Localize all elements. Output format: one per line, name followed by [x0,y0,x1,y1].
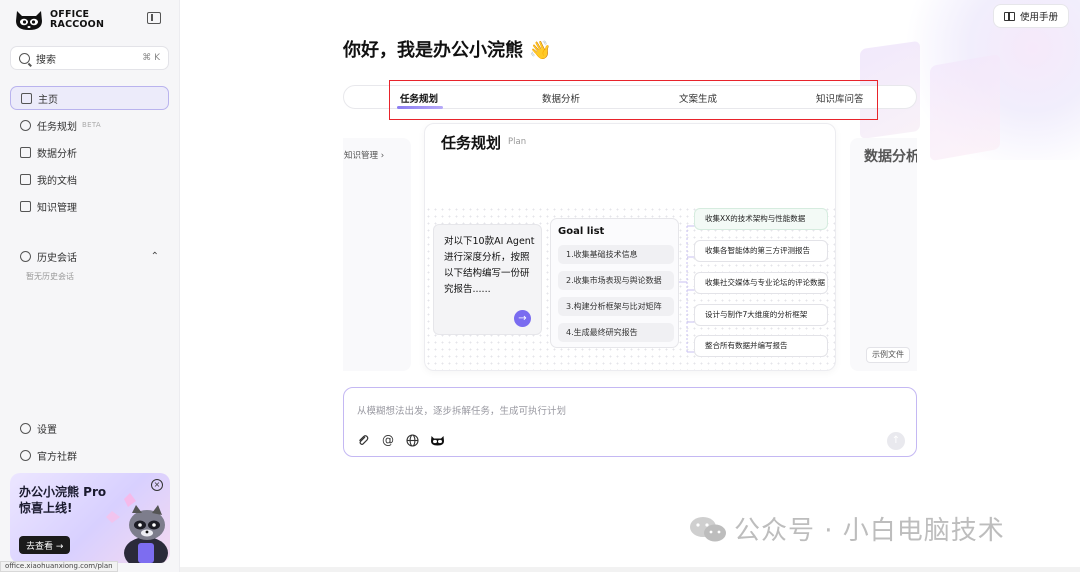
sidebar-item-task-planning[interactable]: 任务规划 BETA [10,113,169,137]
sidebar-item-community[interactable]: 官方社群 [10,443,169,467]
carousel-card-prev[interactable] [343,138,411,371]
task-item: 收集XX的技术架构与性能数据 [694,208,828,230]
sidebar-item-settings[interactable]: 设置 [10,416,169,440]
status-url: office.xiaohuanxiong.com/plan [0,561,118,572]
history-label: 历史会话 [37,252,77,264]
chat-icon [20,449,31,461]
sidebar-item-knowledge[interactable]: 知识管理 [10,194,169,218]
sidebar-item-home[interactable]: 主页 [10,86,169,110]
history-section: 历史会话 ⌃ 暂无历史会话 [10,244,169,282]
close-icon[interactable]: × [151,479,163,491]
chart-icon [20,146,31,158]
promo-title: 办公小浣熊 Pro 惊喜上线! [19,485,107,515]
page-title: 你好，我是办公小浣熊 👋 [343,40,552,61]
sample-file-button[interactable]: 示例文件 [866,347,910,363]
history-empty-text: 暂无历史会话 [26,272,74,281]
user-manual-button[interactable]: 使用手册 [993,4,1069,28]
search-label: 搜索 [36,54,56,66]
promo-view-button[interactable]: 去查看 → [19,536,71,554]
task-item: 整合所有数据并编写报告 [694,335,828,357]
sidebar-item-label: 设置 [37,424,57,436]
carousel-card-next-title: 数据分析 [864,149,917,165]
search-box[interactable]: 搜索 ⌘ K [10,46,169,70]
logo-text: OFFICE RACCOON [50,9,105,30]
send-button[interactable]: ↑ [887,432,905,450]
sidebar: OFFICE RACCOON 搜索 ⌘ K 主页 任务规划 BETA 数据分析 … [0,0,180,572]
sidebar-item-label: 官方社群 [37,451,77,463]
sidebar-item-data-analysis[interactable]: 数据分析 [10,140,169,164]
goal-item: 2.收集市场表现与舆论数据 [558,271,674,290]
mention-icon[interactable]: @ [382,433,394,447]
task-item: 收集各智能体的第三方评测报告 [694,240,828,262]
task-item: 设计与制作7大维度的分析框架 [694,304,828,326]
search-shortcut: ⌘ K [142,53,160,63]
arrow-right-icon: → [514,310,531,327]
sidebar-collapse-icon[interactable] [147,12,161,24]
annotation-highlight-box [389,80,878,120]
goal-list: Goal list 1.收集基础技术信息 2.收集市场表现与舆论数据 3.构建分… [550,218,679,348]
goal-item: 4.生成最终研究报告 [558,323,674,342]
search-icon [19,52,30,64]
gear-icon [20,422,31,434]
watermark-text: 公众号 · 小白电脑技术 [734,516,1005,546]
sidebar-item-my-docs[interactable]: 我的文档 [10,167,169,191]
raccoon-mascot-icon [106,493,168,563]
sidebar-item-label: 数据分析 [37,148,77,160]
goal-item: 1.收集基础技术信息 [558,245,674,264]
sidebar-bottom-nav: 设置 官方社群 [10,416,169,470]
task-planning-icon [20,119,31,131]
card-title: 任务规划 [441,134,502,152]
sidebar-item-label: 任务规划 [37,121,77,133]
example-prompt: 对以下10款AI Agent进行深度分析，按照以下结构编写一份研究报告.....… [433,224,542,335]
raccoon-agent-icon[interactable] [430,434,445,450]
history-toggle[interactable]: 历史会话 ⌃ [10,244,169,268]
watermark: 公众号 · 小白电脑技术 [688,510,1005,547]
logo[interactable]: OFFICE RACCOON [14,9,104,31]
carousel-card-prev-label[interactable]: 知识管理 › [344,149,384,161]
document-icon [20,173,31,185]
bottom-divider [180,567,1080,572]
globe-icon[interactable] [406,434,419,450]
book-icon [1003,11,1015,21]
task-planning-card: 任务规划 Plan 对以下10款AI Agent进行深度分析，按照以下结构编写一… [424,123,836,371]
sidebar-nav: 主页 任务规划 BETA 数据分析 我的文档 知识管理 [10,86,169,221]
promo-banner[interactable]: 办公小浣熊 Pro 惊喜上线! × 去查看 → [10,473,170,563]
beta-badge: BETA [82,121,101,129]
attachment-icon[interactable] [357,434,369,450]
task-item: 收集社交媒体与专业论坛的评论数据 [694,272,828,294]
prompt-input[interactable]: 从模糊想法出发，逐步拆解任务，生成可执行计划 @ ↑ [343,387,917,457]
database-icon [20,200,31,212]
card-subtitle: Plan [508,137,527,147]
carousel-card-next[interactable] [850,138,917,371]
goal-list-title: Goal list [558,226,605,237]
user-manual-label: 使用手册 [1019,12,1058,23]
example-prompt-text: 对以下10款AI Agent进行深度分析，按照以下结构编写一份研究报告.....… [444,236,535,295]
wechat-icon [690,516,726,541]
decorative-panel [930,53,1000,162]
history-icon [20,250,31,262]
sidebar-item-label: 我的文档 [37,175,77,187]
chevron-up-icon: ⌃ [150,250,159,262]
sidebar-item-label: 知识管理 [37,202,77,214]
prompt-input-placeholder: 从模糊想法出发，逐步拆解任务，生成可执行计划 [357,406,567,417]
sidebar-item-label: 主页 [38,94,58,106]
goal-item: 3.构建分析框架与比对矩阵 [558,297,674,316]
home-icon [21,92,32,104]
raccoon-logo-icon [16,11,42,30]
